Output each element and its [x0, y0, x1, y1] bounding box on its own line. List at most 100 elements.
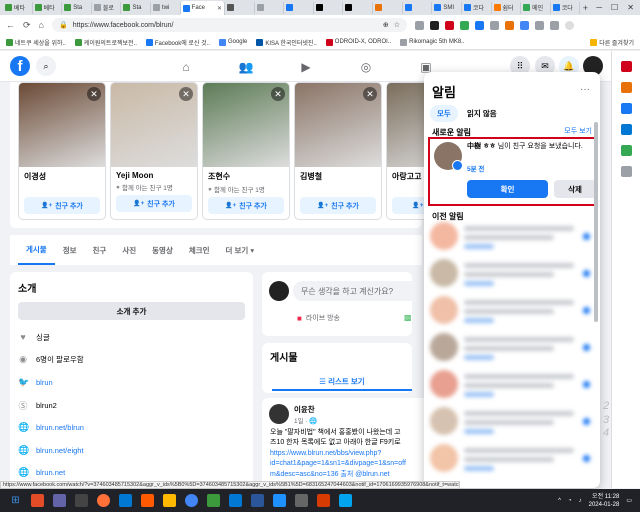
post-text-line[interactable]: https://www.blrun.net/bbs/view.php? [270, 449, 432, 459]
friend-name[interactable]: 조현수 [203, 167, 289, 182]
add-friend-button[interactable]: 👤+ 친구 추가 [300, 197, 376, 214]
taskbar-app-icon[interactable] [273, 494, 286, 507]
photo-button[interactable]: ▩ [404, 313, 412, 322]
profile-tab[interactable]: 체크인 [181, 235, 218, 265]
browser-tab[interactable]: 베타 [3, 1, 33, 14]
browser-tab[interactable] [255, 1, 285, 14]
sidebar-app-icon[interactable] [620, 124, 632, 135]
notification-center-icon[interactable]: ▭ [626, 497, 632, 504]
profile-tab[interactable]: 더 보기 ▾ [218, 235, 263, 265]
bookmark-item[interactable]: Google [218, 38, 247, 46]
profile-tab[interactable]: 친구 [85, 235, 115, 265]
close-window-icon[interactable]: ✕ [627, 3, 634, 12]
friend-photo[interactable]: ✕ [203, 83, 289, 167]
blurred-notification[interactable] [430, 259, 594, 289]
browser-tab[interactable]: twi [151, 1, 181, 14]
extension-icon[interactable] [459, 20, 469, 30]
list-view-tab[interactable]: ☰ 리스트 보기 [272, 373, 412, 391]
taskbar-app-icon[interactable] [229, 494, 242, 507]
scrollbar[interactable] [594, 122, 598, 322]
intro-text[interactable]: blrun.net [36, 468, 65, 477]
profile-tab[interactable]: 게시물 [18, 235, 55, 265]
browser-tab[interactable] [403, 1, 433, 14]
extension-icon[interactable] [519, 20, 529, 30]
firefox-icon[interactable] [97, 494, 110, 507]
extension-icon[interactable] [429, 20, 439, 30]
friend-name[interactable]: Yeji Moon [111, 167, 197, 180]
taskbar-app-icon[interactable] [207, 494, 220, 507]
back-icon[interactable]: ← [6, 20, 15, 30]
post-time[interactable]: 1일 · 🌐 [294, 415, 317, 425]
zoom-icon[interactable]: ⊕ [383, 21, 389, 29]
bookmark-item[interactable]: 네트쿠 세상을 위하.. [6, 38, 66, 47]
taskbar-app-icon[interactable] [31, 494, 44, 507]
add-friend-button[interactable]: 👤+ 친구 추가 [24, 197, 100, 214]
profile-tab[interactable]: 동영상 [144, 235, 181, 265]
taskbar-app-icon[interactable] [141, 494, 154, 507]
confirm-button[interactable]: 확인 [467, 180, 548, 198]
maximize-icon[interactable]: ☐ [611, 3, 618, 12]
taskbar-app-icon[interactable] [251, 494, 264, 507]
filter-all-tab[interactable]: 모두 [430, 105, 458, 122]
friend-name[interactable]: 이경성 [19, 167, 105, 182]
more-options-icon[interactable]: ··· [580, 84, 590, 95]
network-icon[interactable]: ◔ [568, 498, 572, 504]
other-bookmarks[interactable]: 다른 즐겨찾기 [590, 38, 634, 47]
browser-tab[interactable]: Sta [121, 1, 152, 14]
bookmark-item[interactable]: Rikomagic 5th MK8.. [400, 38, 465, 46]
extension-icon[interactable] [489, 20, 499, 30]
volume-icon[interactable]: ♪ [579, 498, 582, 504]
clock[interactable]: 오전 11:28 2024-01-28 [589, 493, 620, 509]
taskbar-app-icon[interactable] [75, 494, 88, 507]
address-bar[interactable]: 🔒 https://www.facebook.com/blrun/ ⊕ ☆ [51, 18, 407, 32]
extension-icon[interactable] [474, 20, 484, 30]
profile-tab[interactable]: 사진 [114, 235, 144, 265]
intro-text[interactable]: blrun.net/eight [36, 446, 84, 455]
profile-tab[interactable]: 정보 [55, 235, 85, 265]
site-info-icon[interactable]: 🔒 [59, 21, 68, 29]
post-text-line[interactable]: id=chat1&page=1&sn1=&divpage=1&sn=off [270, 459, 432, 469]
bookmark-item[interactable]: KISA 한국인터넷진.. [256, 38, 317, 47]
friend-request-notification[interactable]: 中樹 ㅎㅎ 님이 친구 요청을 보냈습니다. 5분 전 확인 삭제 [428, 137, 596, 206]
close-tab-icon[interactable]: ✕ [217, 5, 222, 12]
intro-text[interactable]: blrun.net/blrun [36, 423, 84, 432]
browser-tab[interactable]: 메인 [521, 1, 551, 14]
sidebar-app-icon[interactable] [620, 145, 632, 156]
taskbar-app-icon[interactable] [295, 494, 308, 507]
tray-chevron-icon[interactable]: ^ [558, 498, 561, 504]
close-icon[interactable]: ✕ [363, 87, 377, 101]
friend-suggestion-card[interactable]: ✕ Yeji Moon ● 함께 아는 친구 1명 👤+ 친구 추가 [110, 82, 198, 220]
facebook-logo[interactable]: f [10, 56, 30, 76]
add-friend-button[interactable]: 👤+ 친구 추가 [208, 197, 284, 214]
browser-tab[interactable]: 베타 [33, 1, 63, 14]
friend-suggestion-card[interactable]: ✕ 김병철 👤+ 친구 추가 [294, 82, 382, 220]
delete-button[interactable]: 삭제 [554, 180, 596, 198]
filter-unread-tab[interactable]: 읽지 않음 [460, 105, 504, 122]
sidebar-app-icon[interactable] [620, 82, 632, 93]
intro-row[interactable]: 🌐 blrun.net/blrun [18, 416, 245, 439]
blurred-notification[interactable] [430, 370, 594, 400]
browser-tab[interactable]: 쉼터 [492, 1, 522, 14]
taskbar-app-icon[interactable] [119, 494, 132, 507]
friend-photo[interactable]: ✕ [295, 83, 381, 167]
taskbar-app-icon[interactable] [53, 494, 66, 507]
blurred-notification[interactable] [430, 333, 594, 363]
browser-tab[interactable]: 블로 [92, 1, 122, 14]
blurred-notification[interactable] [430, 407, 594, 437]
home-icon[interactable]: ⌂ [177, 58, 195, 76]
bookmark-item[interactable]: Facebook에 로신 것.. [145, 38, 210, 47]
add-bio-button[interactable]: 소개 추가 [18, 302, 245, 320]
browser-tab[interactable]: Face ✕ [180, 1, 226, 15]
windows-start-icon[interactable]: ⊞ [9, 494, 22, 507]
close-icon[interactable]: ✕ [87, 87, 101, 101]
extension-icon[interactable] [504, 20, 514, 30]
browser-tab[interactable]: SMI [432, 1, 462, 14]
browser-tab[interactable] [284, 1, 314, 14]
friends-icon[interactable]: 👥 [237, 58, 255, 76]
extension-icon[interactable] [414, 20, 424, 30]
watch-icon[interactable]: ▶ [297, 58, 315, 76]
live-video-button[interactable]: ■ 라이브 방송 [297, 313, 340, 323]
taskbar-app-icon[interactable] [339, 494, 352, 507]
blurred-notification[interactable] [430, 222, 594, 252]
friend-suggestion-card[interactable]: ✕ 이경성 👤+ 친구 추가 [18, 82, 106, 220]
